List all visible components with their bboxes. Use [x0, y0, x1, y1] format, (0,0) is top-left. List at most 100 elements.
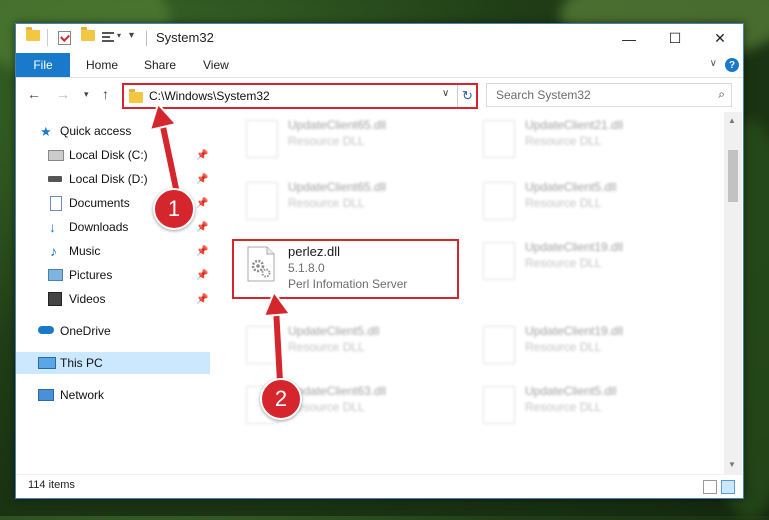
file-type: Resource DLL — [525, 400, 602, 414]
sidebar-item-music[interactable]: ♪ Music 📌 — [16, 240, 210, 262]
sidebar-item-label: Videos — [69, 292, 106, 306]
sidebar-item-videos[interactable]: Videos 📌 — [16, 288, 210, 310]
list-item[interactable]: UpdateClient65.dll Resource DLL — [238, 116, 458, 160]
sidebar-item-label: Local Disk (D:) — [69, 172, 148, 186]
file-type: Resource DLL — [525, 340, 602, 354]
dll-file-icon — [483, 242, 515, 280]
file-name: UpdateClient5.dll — [525, 384, 617, 398]
sidebar-item-label: Quick access — [60, 124, 132, 138]
forward-button[interactable]: → — [56, 86, 70, 102]
search-icon[interactable]: ⌕ — [718, 87, 725, 102]
sidebar-item-label: Documents — [69, 196, 130, 210]
window-title: System32 — [156, 30, 214, 45]
tiles-view-icon[interactable] — [721, 480, 735, 494]
downloads-icon: ↓ — [49, 219, 56, 235]
chevron-down-icon[interactable]: ∨ — [442, 88, 449, 99]
search-input[interactable]: Search System32 — [496, 88, 591, 102]
toolbar-divider — [47, 29, 48, 46]
vertical-scrollbar[interactable]: ▲ ▼ — [724, 112, 742, 474]
sidebar-item-network[interactable]: Network — [16, 384, 210, 406]
sidebar-item-label: Pictures — [69, 268, 113, 282]
pictures-icon — [48, 269, 63, 281]
recent-locations-icon[interactable]: ▾ — [84, 89, 89, 100]
scroll-thumb[interactable] — [728, 150, 738, 202]
cloud-icon — [38, 326, 54, 334]
scroll-up-icon[interactable]: ▲ — [728, 116, 736, 125]
step-badge-2: 2 — [260, 378, 302, 420]
documents-icon — [50, 196, 62, 211]
search-box[interactable]: Search System32 ⌕ — [486, 83, 732, 107]
refresh-icon[interactable]: ↻ — [457, 85, 477, 107]
list-item[interactable]: UpdateClient5.dll Resource DLL — [475, 382, 695, 426]
drive-icon — [48, 176, 62, 182]
file-name: UpdateClient5.dll — [525, 180, 617, 194]
videos-icon — [48, 292, 62, 306]
navigation-bar: ← → ▾ ↑ C:\Windows\System32 ∨ ↻ Search S… — [16, 78, 743, 112]
sidebar-item-pictures[interactable]: Pictures 📌 — [16, 264, 210, 286]
dll-file-icon — [246, 182, 278, 220]
step-badge-1: 1 — [153, 188, 195, 230]
minimize-button[interactable]: — — [606, 24, 652, 53]
sidebar-item-label: OneDrive — [60, 324, 111, 338]
sidebar-item-this-pc[interactable]: This PC — [16, 352, 210, 374]
sidebar-item-label: Music — [69, 244, 101, 258]
file-name: UpdateClient21.dll — [525, 118, 624, 132]
drive-icon — [48, 150, 64, 161]
callout-arrow-2 — [262, 290, 292, 383]
sidebar-item-label: Network — [60, 388, 105, 402]
dll-file-icon — [483, 182, 515, 220]
back-button[interactable]: ← — [27, 86, 41, 102]
tab-file[interactable]: File — [16, 53, 70, 77]
list-item[interactable]: UpdateClient19.dll Resource DLL — [475, 238, 695, 282]
computer-icon — [38, 357, 56, 369]
properties-icon[interactable] — [58, 31, 71, 45]
items-count: 114 items — [28, 479, 75, 491]
file-type: Resource DLL — [288, 134, 365, 148]
qa-dropdown-icon[interactable]: ▾ — [129, 30, 134, 41]
music-icon: ♪ — [50, 243, 57, 259]
scroll-down-icon[interactable]: ▼ — [728, 460, 736, 469]
tab-share[interactable]: Share — [144, 53, 176, 77]
status-bar: 114 items — [16, 474, 743, 498]
pin-icon[interactable]: 📌 — [196, 246, 208, 257]
file-type: Resource DLL — [288, 196, 365, 210]
details-view-icon[interactable] — [703, 480, 717, 494]
title-bar: ▾ ▾ System32 — ☐ ✕ — [16, 24, 743, 53]
file-name: UpdateClient19.dll — [525, 324, 624, 338]
new-folder-icon — [81, 27, 95, 41]
file-type: Resource DLL — [525, 196, 602, 210]
pin-icon[interactable]: 📌 — [196, 222, 208, 233]
file-name: UpdateClient65.dll — [288, 118, 387, 132]
maximize-button[interactable]: ☐ — [652, 24, 698, 53]
file-type: Resource DLL — [525, 256, 602, 270]
star-icon: ★ — [40, 124, 52, 139]
ribbon: File Home Share View ∨ ? — [16, 53, 743, 78]
expand-ribbon-icon[interactable]: ∨ — [710, 58, 717, 69]
up-button[interactable]: ↑ — [102, 86, 109, 102]
new-folder-button[interactable] — [81, 27, 95, 41]
dll-file-icon — [483, 386, 515, 424]
pin-icon[interactable]: 📌 — [196, 270, 208, 281]
sidebar-item-label: Downloads — [69, 220, 129, 234]
tab-home[interactable]: Home — [86, 53, 118, 77]
view-toggle — [703, 480, 735, 494]
list-item[interactable]: UpdateClient5.dll Resource DLL — [475, 178, 695, 222]
file-name: UpdateClient65.dll — [288, 180, 387, 194]
dll-file-icon — [246, 120, 278, 158]
dll-file-icon — [483, 120, 515, 158]
help-icon[interactable]: ? — [725, 58, 739, 72]
sidebar-item-onedrive[interactable]: OneDrive — [16, 320, 210, 342]
folder-icon — [26, 27, 40, 41]
pin-icon[interactable]: 📌 — [196, 294, 208, 305]
list-item[interactable]: UpdateClient65.dll Resource DLL — [238, 178, 458, 222]
list-item[interactable]: UpdateClient19.dll Resource DLL — [475, 322, 695, 366]
chevron-down-icon[interactable]: ▾ — [117, 31, 121, 40]
tab-view[interactable]: View — [203, 53, 229, 77]
customize-qa-icon[interactable] — [102, 32, 114, 43]
network-icon — [38, 389, 54, 401]
quick-access-toolbar — [26, 27, 40, 41]
file-type: Resource DLL — [525, 134, 602, 148]
list-item[interactable]: UpdateClient21.dll Resource DLL — [475, 116, 695, 160]
close-button[interactable]: ✕ — [697, 24, 743, 53]
explorer-window: ▾ ▾ System32 — ☐ ✕ File Home Share View … — [15, 23, 744, 499]
